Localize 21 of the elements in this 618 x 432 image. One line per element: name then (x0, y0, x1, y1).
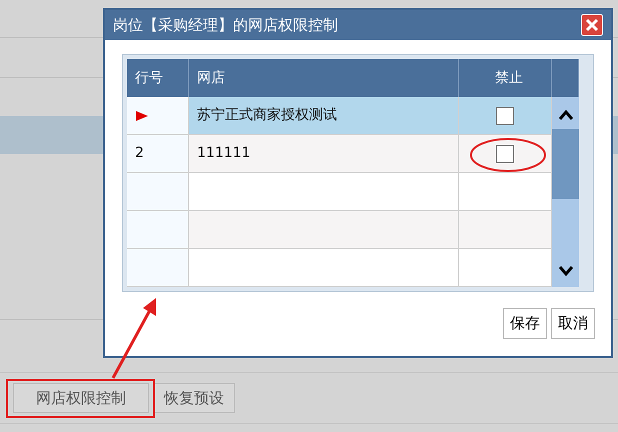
dialog-title: 岗位【采购经理】的网店权限控制 (113, 14, 338, 36)
column-header: 网店 (197, 68, 225, 88)
scrollbar-thumb[interactable] (552, 129, 579, 199)
toolbar-button[interactable]: 网店权限控制 (13, 382, 149, 414)
dialog-button[interactable]: 取消 (551, 308, 595, 338)
scroll-down-icon[interactable] (558, 265, 574, 277)
checkbox[interactable] (496, 144, 514, 162)
column-header: 禁止 (495, 68, 523, 88)
grid-cell (127, 173, 189, 211)
grid-cell: 2 (127, 135, 189, 173)
dialog-button[interactable]: 保存 (503, 308, 547, 338)
grid-cell: 苏宁正式商家授权测试 (189, 97, 459, 135)
checkbox[interactable] (496, 106, 514, 124)
grid-cell (127, 211, 189, 249)
grid-cell: 111111 (189, 135, 459, 173)
grid-cell (127, 249, 189, 287)
toolbar-button[interactable]: 恢复预设 (153, 382, 235, 414)
scroll-up-icon[interactable] (558, 109, 574, 121)
current-row-icon (135, 110, 149, 122)
column-header: 行号 (135, 68, 163, 88)
close-icon[interactable] (581, 14, 603, 36)
